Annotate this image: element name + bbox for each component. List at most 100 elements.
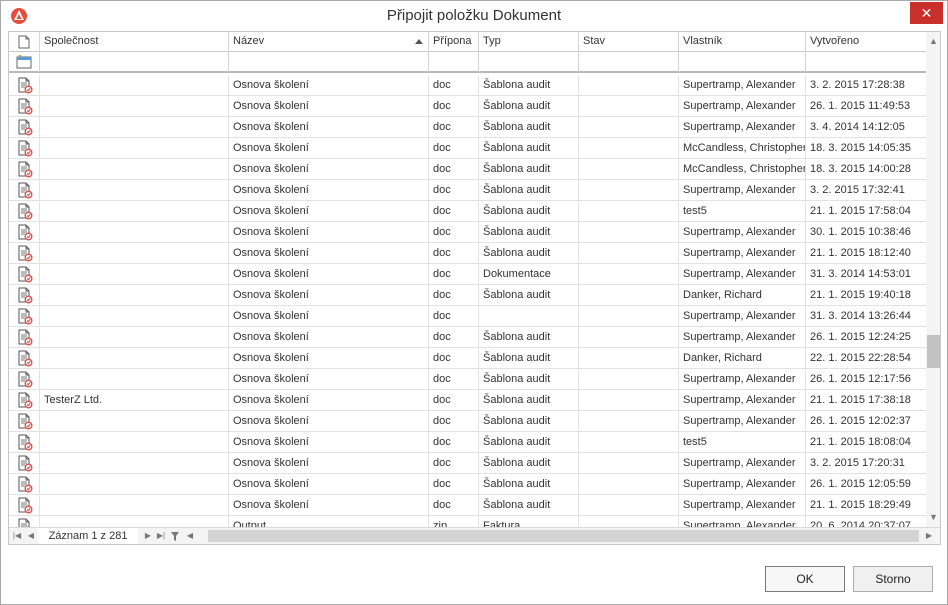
table-row[interactable]: Osnova školení doc Šablona audit Supertramp… (9, 75, 926, 96)
cell-vlastnik: McCandless, Christopher (679, 138, 806, 158)
filter-cell-vytvoreno[interactable] (806, 52, 926, 72)
table-row[interactable]: Osnova školení doc Šablona audit McCandless… (9, 159, 926, 180)
cell-typ: Šablona audit (479, 159, 579, 179)
document-icon (18, 497, 33, 514)
table-row[interactable]: Osnova školení doc Šablona audit Supertramp… (9, 411, 926, 432)
cell-nazev: Osnova školení (229, 306, 429, 326)
table-row[interactable]: Output zip Faktura Supertramp, Alexander 20.… (9, 516, 926, 527)
scroll-left-icon[interactable]: ◀ (184, 529, 196, 543)
table-row[interactable]: Osnova školení doc Šablona audit McCandless… (9, 138, 926, 159)
row-icon-cell (9, 411, 40, 431)
cell-stav (579, 243, 679, 263)
cell-vytvoreno: 21. 1. 2015 17:38:18 (810, 394, 911, 406)
cell-vlastnik: Danker, Richard (679, 348, 806, 368)
cell-vlastnik: Supertramp, Alexander (679, 180, 806, 200)
table-row[interactable]: Osnova školení doc Šablona audit Danker, Ri… (9, 348, 926, 369)
table-row[interactable]: Osnova školení doc Dokumentace Supertramp, … (9, 264, 926, 285)
table-row[interactable]: Osnova školení doc Šablona audit Supertramp… (9, 117, 926, 138)
scroll-right-icon[interactable]: ▶ (923, 529, 935, 543)
cell-vytvoreno: 22. 1. 2015 22:28:54 (810, 352, 911, 364)
cell-vytvoreno: 21. 1. 2015 18:29:49 (810, 499, 911, 511)
table-row[interactable]: Osnova školení doc Šablona audit Supertramp… (9, 474, 926, 495)
cell-nazev: Osnova školení (229, 348, 429, 368)
vertical-scroll-thumb[interactable] (927, 335, 940, 368)
filter-cell-typ[interactable] (479, 52, 579, 72)
cell-stav (579, 516, 679, 527)
table-row[interactable]: Osnova školení doc Šablona audit Supertramp… (9, 243, 926, 264)
filter-cell-pripona[interactable] (429, 52, 479, 72)
cell-pripona: doc (429, 117, 479, 137)
table-row[interactable]: Osnova školení doc Supertramp, Alexander 31… (9, 306, 926, 327)
first-page-icon[interactable]: |◀ (11, 529, 23, 543)
table-row[interactable]: Osnova školení doc Šablona audit Supertramp… (9, 180, 926, 201)
cell-spolecnost (40, 180, 229, 200)
column-header-vytvoreno[interactable]: Vytvořeno (806, 32, 926, 52)
row-icon-cell (9, 348, 40, 368)
column-header-nazev-label: Název (233, 35, 265, 47)
column-header-icon[interactable] (9, 32, 40, 52)
title-bar[interactable]: Připojit položku Dokument ✕ (1, 1, 947, 31)
cell-vlastnik: Supertramp, Alexander (679, 327, 806, 347)
cell-typ: Šablona audit (479, 75, 579, 95)
cell-pripona: doc (429, 222, 479, 242)
table-row[interactable]: Osnova školení doc Šablona audit Supertramp… (9, 327, 926, 348)
table-row[interactable]: Osnova školení doc Šablona audit Supertramp… (9, 369, 926, 390)
column-header-pripona[interactable]: Přípona (429, 32, 479, 52)
cell-pripona: doc (429, 453, 479, 473)
table-row[interactable]: Osnova školení doc Šablona audit Danker, Ri… (9, 285, 926, 306)
column-header-typ[interactable]: Typ (479, 32, 579, 52)
cell-stav (579, 306, 679, 326)
document-icon (18, 245, 33, 262)
table-row[interactable]: Osnova školení doc Šablona audit Supertramp… (9, 495, 926, 516)
next-page-icon[interactable]: ▶ (142, 529, 154, 543)
document-icon (18, 77, 33, 94)
prev-page-icon[interactable]: ◀ (25, 529, 37, 543)
row-icon-cell (9, 285, 40, 305)
filter-cell-icon[interactable] (9, 52, 40, 72)
filter-icon[interactable] (169, 529, 181, 543)
column-header-stav[interactable]: Stav (579, 32, 679, 52)
filter-cell-stav[interactable] (579, 52, 679, 72)
cell-typ: Šablona audit (479, 369, 579, 389)
table-row[interactable]: Osnova školení doc Šablona audit Supertramp… (9, 96, 926, 117)
table-row[interactable]: TesterZ Ltd. Osnova školení doc Šablona aud… (9, 390, 926, 411)
scroll-down-icon[interactable]: ▼ (928, 512, 939, 523)
vertical-scrollbar[interactable]: ▲ ▼ (926, 32, 940, 527)
column-header-nazev[interactable]: Název (229, 32, 429, 52)
cell-nazev: Output (229, 516, 429, 527)
row-icon-cell (9, 117, 40, 137)
filter-cell-spolecnost[interactable] (40, 52, 229, 72)
filter-cell-vlastnik[interactable] (679, 52, 806, 72)
cell-typ: Šablona audit (479, 432, 579, 452)
ok-button[interactable]: OK (765, 566, 845, 592)
cell-typ: Šablona audit (479, 327, 579, 347)
close-button[interactable]: ✕ (910, 2, 943, 24)
column-header-vlastnik[interactable]: Vlastník (679, 32, 806, 52)
cell-stav (579, 495, 679, 515)
cell-vytvoreno: 3. 2. 2015 17:28:38 (810, 79, 905, 91)
column-header-spolecnost[interactable]: Společnost (40, 32, 229, 52)
cell-pripona: doc (429, 264, 479, 284)
table-row[interactable]: Osnova školení doc Šablona audit Supertramp… (9, 222, 926, 243)
table-row[interactable]: Osnova školení doc Šablona audit test5 21. 1… (9, 201, 926, 222)
cell-nazev: Osnova školení (229, 285, 429, 305)
cell-pripona: doc (429, 180, 479, 200)
cell-pripona: doc (429, 96, 479, 116)
cell-vlastnik: test5 (679, 432, 806, 452)
table-row[interactable]: Osnova školení doc Šablona audit test5 21. 1… (9, 432, 926, 453)
cell-typ: Šablona audit (479, 96, 579, 116)
row-icon-cell (9, 201, 40, 221)
cell-stav (579, 432, 679, 452)
table-row[interactable]: Osnova školení doc Šablona audit Supertramp… (9, 453, 926, 474)
filter-cell-nazev[interactable] (229, 52, 429, 72)
last-page-icon[interactable]: ▶| (155, 529, 167, 543)
cancel-button[interactable]: Storno (853, 566, 933, 592)
horizontal-scroll-thumb[interactable] (208, 530, 919, 542)
cell-nazev: Osnova školení (229, 369, 429, 389)
scroll-up-icon[interactable]: ▲ (928, 36, 939, 47)
cell-vlastnik: Supertramp, Alexander (679, 453, 806, 473)
cell-stav (579, 474, 679, 494)
cell-nazev: Osnova školení (229, 264, 429, 284)
cell-spolecnost (40, 117, 229, 137)
cell-typ (479, 306, 579, 326)
